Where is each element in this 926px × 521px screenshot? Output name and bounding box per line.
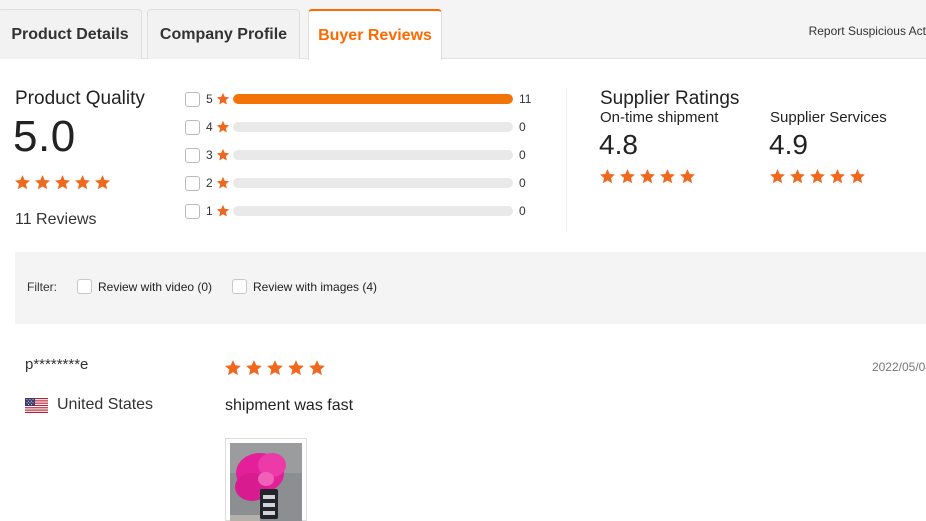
histogram-count: 0: [519, 148, 526, 162]
section-divider: [566, 88, 567, 232]
supplier-services-stars: [769, 168, 866, 185]
histogram-filter-checkbox[interactable]: [185, 203, 200, 219]
filter-video-label: Review with video (0): [98, 279, 213, 294]
histogram-row: 2 0: [185, 175, 526, 191]
histogram-filter-checkbox[interactable]: [185, 175, 200, 191]
star-icon: [216, 148, 230, 162]
filter-video-checkbox[interactable]: [77, 279, 92, 294]
tab-product-details[interactable]: Product Details: [0, 9, 142, 59]
star-icon: [809, 168, 826, 185]
review-image-thumbnail[interactable]: [225, 438, 307, 521]
star-icon: [639, 168, 656, 185]
star-icon: [74, 174, 91, 191]
filter-images-checkbox[interactable]: [232, 279, 247, 294]
histogram-filter-checkbox[interactable]: [185, 147, 200, 163]
star-icon: [216, 120, 230, 134]
reviewer-country-name: United States: [57, 396, 154, 413]
filter-video-option[interactable]: Review with video (0): [77, 279, 212, 294]
histogram-star-level: 5: [206, 92, 213, 106]
supplier-ratings-title: Supplier Ratings: [600, 88, 740, 109]
review-photo: [230, 443, 302, 521]
tab-company-profile[interactable]: Company Profile: [147, 9, 300, 59]
star-icon: [679, 168, 696, 185]
histogram-star-level: 2: [206, 176, 213, 190]
star-icon: [619, 168, 636, 185]
star-icon: [849, 168, 866, 185]
histogram-count: 11: [519, 92, 532, 106]
histogram-bar: [233, 94, 513, 104]
histogram-count: 0: [519, 176, 526, 190]
star-icon: [287, 359, 305, 377]
star-icon: [54, 174, 71, 191]
filter-images-option[interactable]: Review with images (4): [232, 279, 377, 294]
star-icon: [829, 168, 846, 185]
histogram-row: 5 11: [185, 91, 531, 107]
star-icon: [245, 359, 263, 377]
histogram-bar: [233, 122, 513, 132]
ontime-shipment-score: 4.8: [599, 129, 638, 160]
star-icon: [599, 168, 616, 185]
histogram-bar: [233, 150, 513, 160]
star-icon: [14, 174, 31, 191]
filter-images-label: Review with images (4): [253, 279, 378, 294]
filter-label: Filter:: [27, 280, 57, 294]
report-suspicious-link[interactable]: Report Suspicious Act: [809, 24, 926, 38]
histogram-star-level: 3: [206, 148, 213, 162]
histogram-filter-checkbox[interactable]: [185, 119, 200, 135]
product-quality-score: 5.0: [13, 112, 76, 161]
histogram-count: 0: [519, 120, 526, 134]
histogram-star-level: 4: [206, 120, 213, 134]
reviewer-country: United States: [25, 396, 153, 414]
tab-buyer-reviews[interactable]: Buyer Reviews: [308, 9, 442, 60]
histogram-bar: [233, 178, 513, 188]
star-icon: [216, 204, 230, 218]
histogram-row: 4 0: [185, 119, 526, 135]
star-icon: [94, 174, 111, 191]
reviewer-name: p********e: [25, 356, 89, 373]
product-quality-title: Product Quality: [15, 88, 145, 109]
histogram-count: 0: [519, 204, 526, 218]
star-icon: [34, 174, 51, 191]
ontime-shipment-label: On-time shipment: [600, 109, 719, 126]
star-icon: [659, 168, 676, 185]
review-text: shipment was fast: [225, 397, 354, 414]
star-icon: [266, 359, 284, 377]
histogram-filter-checkbox[interactable]: [185, 91, 200, 107]
supplier-services-score: 4.9: [769, 129, 808, 160]
us-flag-icon: [25, 397, 48, 413]
review-date: 2022/05/04: [871, 360, 926, 374]
star-icon: [769, 168, 786, 185]
tab-bar: Product Details Company Profile Buyer Re…: [0, 0, 926, 60]
reviews-count: 11 Reviews: [15, 211, 97, 228]
star-icon: [216, 92, 230, 106]
star-icon: [308, 359, 326, 377]
product-quality-stars: [14, 174, 111, 191]
star-icon: [224, 359, 242, 377]
supplier-services-label: Supplier Services: [770, 109, 887, 126]
star-icon: [216, 176, 230, 190]
histogram-row: 1 0: [185, 203, 526, 219]
star-icon: [789, 168, 806, 185]
review-stars: [224, 359, 326, 377]
histogram-star-level: 1: [206, 204, 213, 218]
ontime-shipment-stars: [599, 168, 696, 185]
histogram-bar: [233, 206, 513, 216]
histogram-row: 3 0: [185, 147, 526, 163]
